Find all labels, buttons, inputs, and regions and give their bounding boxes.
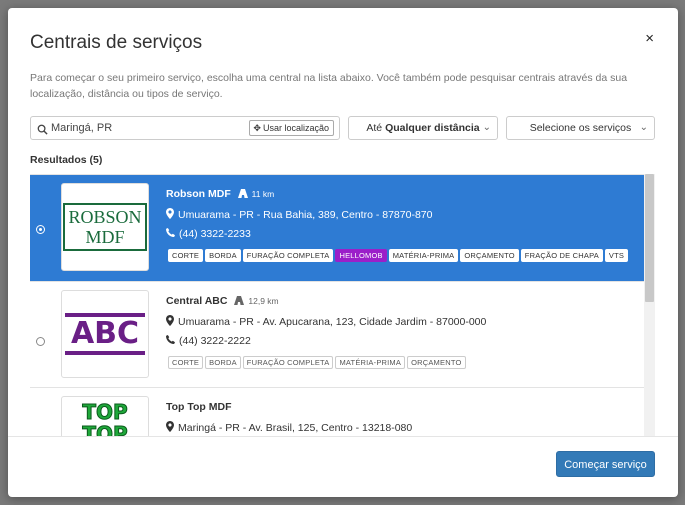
tag: CORTE — [168, 249, 204, 262]
search-icon — [37, 122, 48, 140]
tag: MATÉRIA-PRIMA — [388, 249, 459, 262]
crosshair-icon: ✥ — [253, 123, 261, 133]
chevron-down-icon: ⌄ — [639, 122, 648, 133]
logo-line2: TOP — [82, 422, 128, 438]
logo-line1: TOP — [82, 400, 128, 424]
logo-line2: MDF — [85, 227, 125, 247]
central-phone: (44) 3322-2233 — [166, 228, 251, 240]
logo-text: ABC — [65, 313, 145, 355]
tag: BORDA — [205, 249, 241, 262]
tag: VTS — [604, 249, 629, 262]
start-service-button[interactable]: Começar serviço — [556, 451, 655, 477]
central-name-text: Robson MDF — [166, 188, 231, 200]
central-name-text: Top Top MDF — [166, 401, 232, 413]
central-name: Central ABC 12,9 km — [166, 295, 279, 307]
list-item[interactable]: ROBSON MDF Robson MDF 11 km Umuarama - P… — [30, 175, 644, 282]
scrollbar-thumb[interactable] — [645, 174, 654, 302]
central-abc-logo: ABC — [61, 290, 149, 378]
distance-select[interactable]: Até Qualquer distância ⌄ — [348, 116, 498, 140]
use-location-label: Usar localização — [262, 123, 329, 133]
results-list: ROBSON MDF Robson MDF 11 km Umuarama - P… — [30, 174, 655, 437]
central-address: Umuarama - PR - Rua Bahia, 389, Centro -… — [166, 208, 432, 222]
tag: BORDA — [205, 356, 241, 369]
road-icon — [237, 189, 248, 200]
tag-hellomob: HELLOMOB — [335, 249, 387, 262]
footer-divider — [8, 436, 678, 437]
radio-selected[interactable] — [36, 225, 45, 234]
chevron-down-icon: ⌄ — [482, 122, 491, 133]
tag: FURAÇÃO COMPLETA — [242, 356, 334, 369]
distance-prefix: Até — [366, 122, 383, 134]
distance-value: Qualquer distância — [385, 122, 480, 134]
central-name-text: Central ABC — [166, 295, 228, 307]
list-item[interactable]: TOP TOP Top Top MDF Maringá - PR - Av. B… — [30, 388, 644, 437]
distance-info: 11 km — [237, 189, 274, 200]
tag: MATÉRIA-PRIMA — [335, 356, 406, 369]
tag: FURAÇÃO COMPLETA — [242, 249, 334, 262]
list-item[interactable]: ABC Central ABC 12,9 km Umuarama - PR - … — [30, 282, 644, 388]
location-search-input[interactable] — [51, 120, 241, 136]
modal-description: Para começar o seu primeiro serviço, esc… — [30, 72, 628, 100]
close-icon[interactable]: × — [645, 31, 654, 46]
road-icon — [234, 296, 245, 307]
logo-line1: ROBSON — [68, 207, 142, 227]
service-tags: CORTE BORDA FURAÇÃO COMPLETA MATÉRIA-PRIMA O… — [168, 352, 638, 372]
central-name: Robson MDF 11 km — [166, 188, 274, 200]
services-select[interactable]: Selecione os serviços ⌄ — [506, 116, 655, 140]
central-address: Maringá - PR - Av. Brasil, 125, Centro -… — [166, 421, 412, 435]
map-pin-icon — [166, 421, 174, 435]
phone-icon — [166, 228, 175, 240]
use-location-button[interactable]: ✥ Usar localização — [249, 120, 334, 136]
phone-icon — [166, 335, 175, 347]
distance-info: 12,9 km — [234, 296, 279, 307]
top-top-mdf-logo: TOP TOP — [61, 396, 149, 437]
map-pin-icon — [166, 208, 174, 222]
service-tags: CORTE BORDA FURAÇÃO COMPLETA HELLOMOB MATÉRI… — [168, 245, 638, 265]
tag: ORÇAMENTO — [460, 249, 519, 262]
tag: CORTE — [168, 356, 204, 369]
robson-mdf-logo: ROBSON MDF — [61, 183, 149, 271]
services-value: Selecione os serviços — [529, 122, 632, 134]
central-phone: (44) 3222-2222 — [166, 335, 251, 347]
tag: ORÇAMENTO — [407, 356, 466, 369]
map-pin-icon — [166, 315, 174, 329]
radio-unselected[interactable] — [36, 337, 45, 346]
results-count: Resultados (5) — [30, 154, 103, 166]
services-modal: Centrais de serviços × Para começar o se… — [8, 8, 678, 497]
location-search: ✥Usar localização — [30, 116, 340, 140]
central-name: Top Top MDF — [166, 401, 232, 413]
modal-title: Centrais de serviços — [30, 32, 203, 53]
central-address: Umuarama - PR - Av. Apucarana, 123, Cida… — [166, 315, 486, 329]
tag: FRAÇÃO DE CHAPA — [520, 249, 603, 262]
